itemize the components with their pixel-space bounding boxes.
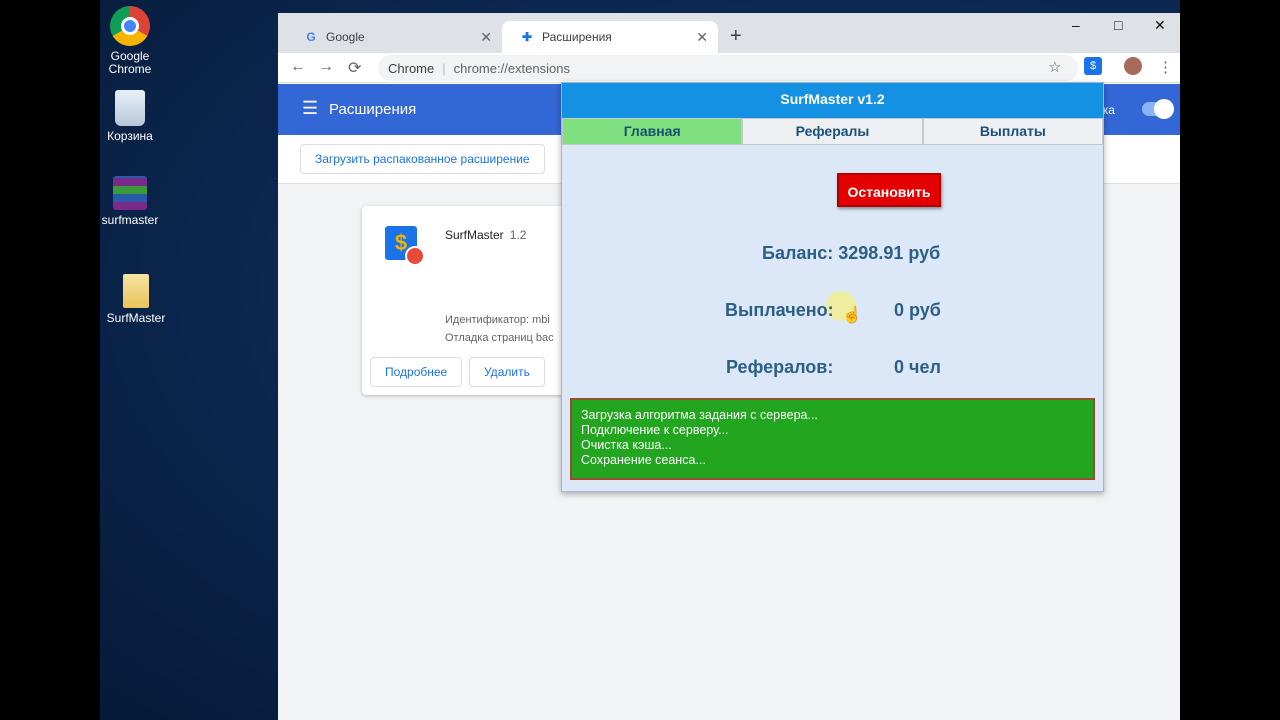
surfmaster-extension-icon[interactable]: $ <box>1084 57 1102 75</box>
hand-cursor-icon: ☝ <box>842 307 862 324</box>
folder-icon <box>123 274 149 308</box>
tab-label: Расширения <box>542 30 612 44</box>
toolbar: ← → ⟳ Chrome | chrome://extensions ☆ $ ⋮ <box>278 53 1180 83</box>
chrome-menu-icon[interactable]: ⋮ <box>1158 58 1173 76</box>
close-icon[interactable]: ✕ <box>696 29 708 46</box>
surfmaster-logo-icon: $ <box>385 226 425 266</box>
developer-mode-toggle[interactable] <box>1142 99 1174 119</box>
tab-payouts[interactable]: Выплаты <box>922 118 1103 145</box>
extension-name: SurfMaster 1.2 <box>445 228 527 242</box>
page-title: Расширения <box>329 101 417 118</box>
extension-debug: Отладка страниц bac <box>445 332 554 344</box>
load-unpacked-button[interactable]: Загрузить распакованное расширение <box>300 144 545 174</box>
desktop-icon-surfmaster-folder[interactable]: SurfMaster <box>100 274 172 325</box>
url-text: chrome://extensions <box>453 60 570 76</box>
desktop-icon-label: SurfMaster <box>106 311 166 325</box>
tab-main[interactable]: Главная <box>562 118 743 145</box>
tab-referrals[interactable]: Рефералы <box>742 118 923 145</box>
extension-id: Идентификатор: mbi <box>445 314 550 326</box>
site-label: Chrome <box>388 60 435 76</box>
new-tab-button[interactable]: + <box>730 25 742 48</box>
popup-title: SurfMaster v1.2 <box>562 83 1103 118</box>
recycle-bin-icon <box>115 90 145 126</box>
hamburger-menu-icon[interactable]: ☰ <box>302 98 318 119</box>
referrals-value: 0 чел <box>894 357 941 377</box>
tab-label: Google <box>326 30 365 44</box>
close-window-button[interactable]: ✕ <box>1154 17 1166 34</box>
extension-version: 1.2 <box>509 228 527 242</box>
status-log: Загрузка алгоритма задания с сервера... … <box>570 398 1095 480</box>
tab-strip: G Google ✕ ✚ Расширения ✕ + – □ ✕ <box>278 13 1180 53</box>
chrome-icon <box>110 6 150 46</box>
screen: Google Chrome Корзина surfmaster SurfMas… <box>0 0 1280 720</box>
surfmaster-popup: SurfMaster v1.2 Главная Рефералы Выплаты… <box>561 82 1104 492</box>
popup-tabs: Главная Рефералы Выплаты <box>562 118 1103 145</box>
desktop-icon-label: Корзина <box>107 129 153 143</box>
log-line: Сохранение сеанса... <box>581 453 706 467</box>
desktop-icon-label: surfmaster <box>101 213 159 227</box>
address-bar[interactable]: Chrome | chrome://extensions <box>378 55 1078 81</box>
tab-google[interactable]: G Google ✕ <box>286 21 502 53</box>
maximize-button[interactable]: □ <box>1114 17 1122 33</box>
reload-button[interactable]: ⟳ <box>348 58 361 78</box>
balance-text: Баланс: 3298.91 руб <box>762 243 941 263</box>
google-icon: G <box>306 30 316 44</box>
paid-label: Выплачено: <box>725 300 834 320</box>
desktop-icon-label: Google Chrome <box>108 49 152 76</box>
separator: | <box>442 60 446 76</box>
back-button[interactable]: ← <box>290 58 306 76</box>
log-line: Очистка кэша... <box>581 438 672 452</box>
tab-extensions[interactable]: ✚ Расширения ✕ <box>502 21 718 53</box>
log-line: Подключение к серверу... <box>581 423 729 437</box>
minimize-button[interactable]: – <box>1072 17 1080 33</box>
profile-avatar[interactable] <box>1124 57 1142 75</box>
desktop-icon-surfmaster-archive[interactable]: surfmaster <box>94 176 166 227</box>
desktop-icon-recycle-bin[interactable]: Корзина <box>94 90 166 143</box>
puzzle-icon: ✚ <box>521 30 533 44</box>
referrals-label: Рефералов: <box>726 357 834 377</box>
stop-button[interactable]: Остановить <box>837 173 941 207</box>
paid-value: 0 руб <box>894 300 941 320</box>
close-icon[interactable]: ✕ <box>480 29 492 46</box>
desktop-icon-chrome[interactable]: Google Chrome <box>94 6 166 76</box>
archive-icon <box>113 176 147 210</box>
bookmark-star-icon[interactable]: ☆ <box>1048 58 1061 76</box>
forward-button[interactable]: → <box>318 58 334 76</box>
details-button[interactable]: Подробнее <box>370 357 463 387</box>
remove-button[interactable]: Удалить <box>469 357 545 387</box>
log-line: Загрузка алгоритма задания с сервера... <box>581 408 818 422</box>
